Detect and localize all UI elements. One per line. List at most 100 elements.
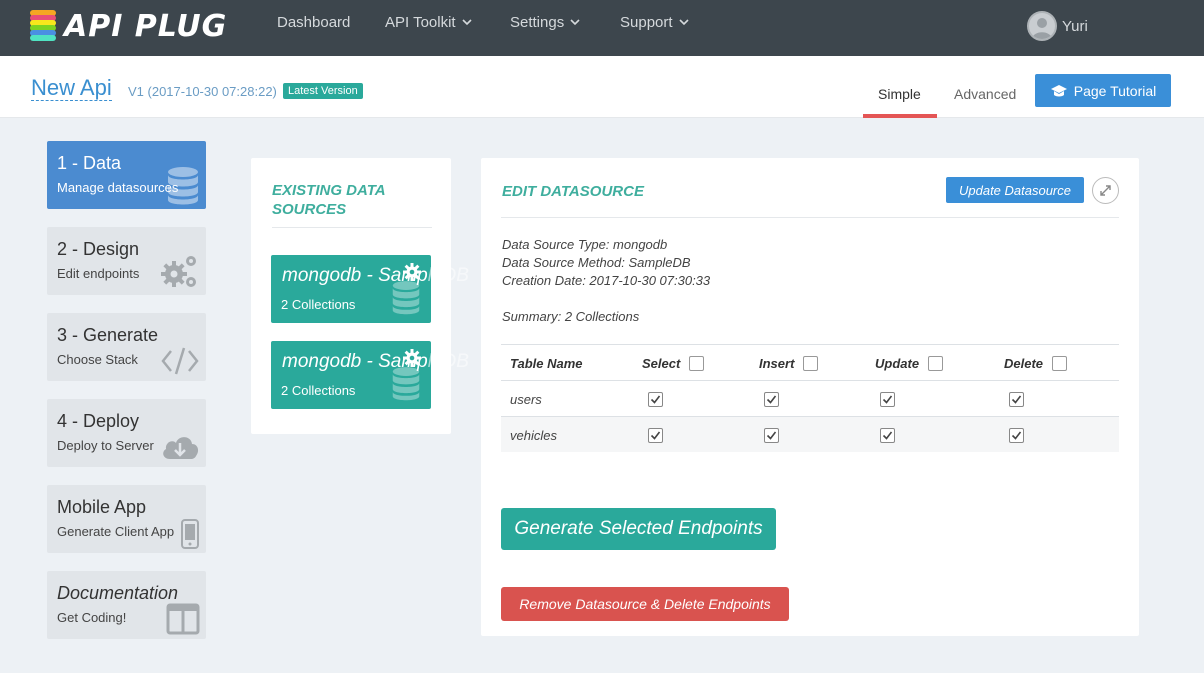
insert-cell — [755, 417, 779, 453]
edit-datasource-panel: EDIT DATASOURCE Update Datasource Data S… — [481, 158, 1139, 636]
update-cell — [871, 417, 895, 453]
update-all-checkbox[interactable] — [928, 355, 944, 371]
nav-support[interactable]: Support — [620, 13, 689, 31]
expand-icon — [1100, 185, 1111, 196]
remove-datasource-button[interactable]: Remove Datasource & Delete Endpoints — [501, 587, 789, 621]
step-title: 3 - Generate — [57, 325, 159, 345]
api-header: New Api V1 (2017-10-30 07:28:22) Latest … — [0, 56, 1204, 118]
page-tutorial-label: Page Tutorial — [1073, 82, 1157, 99]
tab-simple[interactable]: Simple — [878, 86, 921, 102]
column-header-delete: Delete — [1004, 345, 1068, 381]
table-header-row: Table Name Select Insert Update Delete — [501, 344, 1119, 380]
cloud-download-icon — [163, 437, 199, 459]
column-header-select: Select — [642, 345, 705, 381]
datasource-card[interactable]: mongodb - SampleDB 2 Collections — [271, 341, 469, 409]
update-datasource-button[interactable]: Update Datasource — [946, 177, 1084, 203]
insert-all-checkbox[interactable] — [803, 355, 819, 371]
table-name-cell: users — [510, 391, 542, 407]
update-cell — [871, 381, 895, 417]
select-cell — [639, 381, 663, 417]
column-header-update: Update — [875, 345, 944, 381]
graduation-cap-icon — [1050, 84, 1067, 96]
code-icon — [161, 347, 199, 375]
latest-version-badge: Latest Version — [283, 83, 363, 99]
gear-icon[interactable] — [403, 263, 421, 281]
step-title: Mobile App — [57, 497, 147, 517]
checkmark-icon — [882, 431, 893, 440]
select-all-checkbox[interactable] — [689, 355, 705, 371]
step-deploy[interactable]: 4 - Deploy Deploy to Server — [47, 399, 206, 467]
delete-checkbox[interactable] — [1009, 427, 1024, 443]
chevron-down-icon — [678, 19, 689, 26]
active-tab-indicator — [863, 114, 937, 118]
checkmark-icon — [882, 395, 893, 404]
generate-endpoints-button[interactable]: Generate Selected Endpoints — [501, 508, 776, 550]
chevron-down-icon — [570, 19, 580, 26]
user-name: Yuri — [1062, 17, 1088, 35]
panel-heading: EXISTING DATA SOURCES — [272, 182, 386, 218]
collections-table: Table Name Select Insert Update Delete u… — [501, 344, 1119, 452]
insert-checkbox[interactable] — [764, 427, 779, 443]
datasource-count: 2 Collections — [281, 297, 356, 312]
page-tutorial-button[interactable]: Page Tutorial — [1035, 74, 1171, 107]
top-navbar: API PLUG Dashboard API Toolkit Settings … — [0, 0, 1204, 56]
step-documentation[interactable]: Documentation Get Coding! — [47, 571, 206, 639]
delete-checkbox[interactable] — [1009, 391, 1024, 407]
column-header-table-name: Table Name — [510, 355, 583, 371]
nav-settings-label: Settings — [510, 13, 565, 31]
nav-api-toolkit-label: API Toolkit — [385, 13, 456, 31]
api-version: V1 (2017-10-30 07:28:22) — [128, 84, 277, 99]
checkmark-icon — [650, 431, 661, 440]
datasource-name: mongodb - SampleDB — [282, 351, 469, 372]
step-data[interactable]: 1 - Data Manage datasources — [47, 141, 206, 209]
nav-dashboard[interactable]: Dashboard — [277, 13, 350, 31]
nav-settings[interactable]: Settings — [510, 13, 580, 31]
select-cell — [639, 417, 663, 453]
datasource-method: Data Source Method: SampleDB — [502, 255, 691, 270]
datasource-count: 2 Collections — [281, 383, 356, 398]
select-checkbox[interactable] — [648, 391, 663, 407]
brand-name: API PLUG — [64, 8, 228, 44]
nav-support-label: Support — [620, 13, 673, 31]
step-title: 4 - Deploy — [57, 411, 140, 431]
stack-logo-icon — [30, 10, 56, 42]
logo[interactable]: API PLUG — [30, 8, 227, 44]
step-design[interactable]: 2 - Design Edit endpoints — [47, 227, 206, 295]
checkmark-icon — [1011, 395, 1022, 404]
update-checkbox[interactable] — [880, 427, 895, 443]
datasource-card[interactable]: mongodb - SampleDB 2 Collections — [271, 255, 469, 323]
creation-date: Creation Date: 2017-10-30 07:30:33 — [502, 273, 711, 288]
avatar — [1027, 11, 1057, 41]
delete-all-checkbox[interactable] — [1052, 355, 1068, 371]
nav-dashboard-label: Dashboard — [277, 13, 351, 31]
insert-checkbox[interactable] — [764, 391, 779, 407]
step-mobile-app[interactable]: Mobile App Generate Client App — [47, 485, 206, 553]
gear-icon[interactable] — [403, 349, 421, 367]
api-name[interactable]: New Api — [31, 76, 112, 101]
checkmark-icon — [650, 395, 661, 404]
step-title: Documentation — [57, 583, 179, 603]
chevron-down-icon — [462, 19, 472, 26]
update-checkbox[interactable] — [880, 391, 895, 407]
datasource-name: mongodb - SampleDB — [282, 265, 469, 286]
nav-api-toolkit[interactable]: API Toolkit — [385, 13, 472, 31]
checkmark-icon — [766, 431, 777, 440]
column-header-insert: Insert — [759, 345, 819, 381]
checkmark-icon — [766, 395, 777, 404]
panel-heading: EDIT DATASOURCE — [502, 183, 644, 200]
datasource-type: Data Source Type: mongodb — [502, 237, 668, 252]
mobile-icon — [181, 519, 199, 549]
delete-cell — [1000, 417, 1024, 453]
insert-cell — [755, 381, 779, 417]
expand-button[interactable] — [1092, 177, 1119, 204]
datasource-summary: Summary: 2 Collections — [502, 309, 640, 324]
select-checkbox[interactable] — [648, 427, 663, 443]
tab-advanced[interactable]: Advanced — [954, 86, 1016, 102]
step-subtitle: Generate Client App — [57, 524, 175, 539]
delete-cell — [1000, 381, 1024, 417]
divider — [501, 217, 1119, 218]
database-icon — [168, 167, 198, 205]
step-generate[interactable]: 3 - Generate Choose Stack — [47, 313, 206, 381]
user-menu[interactable]: Yuri — [1027, 11, 1088, 41]
columns-icon — [166, 603, 200, 635]
